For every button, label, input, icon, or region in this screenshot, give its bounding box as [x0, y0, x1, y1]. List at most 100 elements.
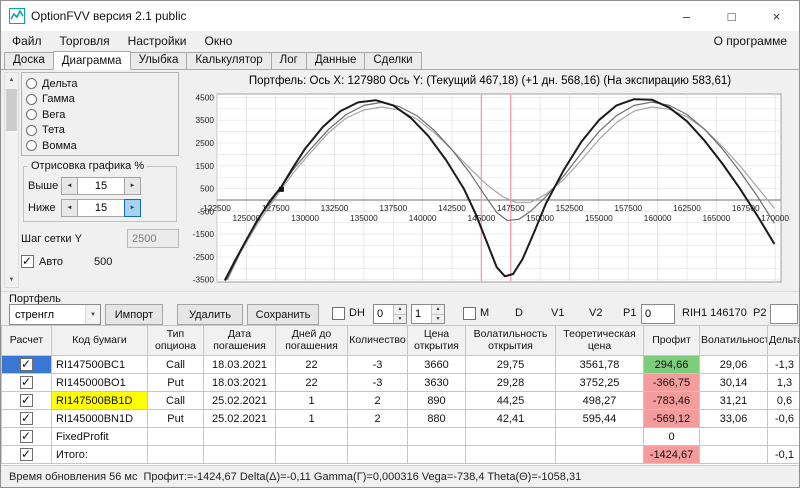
calc-checkbox-cell[interactable]: [1, 373, 52, 392]
table-cell: 1,3: [767, 373, 799, 392]
minimize-button[interactable]: –: [664, 1, 709, 31]
save-button[interactable]: Сохранить: [247, 304, 319, 325]
scroll-down-icon[interactable]: ▼: [5, 273, 18, 287]
security-code-cell[interactable]: FixedProfit: [51, 427, 148, 446]
menu-item-0[interactable]: Файл: [3, 32, 51, 50]
radio-circle[interactable]: [26, 109, 37, 121]
row-checkbox[interactable]: [20, 357, 33, 371]
auto-checkbox[interactable]: [21, 254, 34, 268]
scroll-up-icon[interactable]: ▲: [5, 73, 18, 87]
y-tick-label: 3500: [196, 115, 215, 125]
tab-4[interactable]: Лог: [270, 52, 307, 69]
profit-cell: 294,66: [643, 355, 700, 374]
tab-5[interactable]: Данные: [305, 52, 366, 69]
calc-checkbox-cell[interactable]: [1, 409, 52, 428]
security-code-cell[interactable]: RI147500BC1: [51, 355, 148, 374]
menu-item-2[interactable]: Настройки: [119, 32, 196, 50]
radio-circle[interactable]: [26, 124, 37, 136]
table-cell: 29,06: [699, 355, 768, 374]
maximize-button[interactable]: □: [709, 1, 754, 31]
preset-combobox[interactable]: стренгл ▼: [9, 304, 101, 325]
menu-item-3[interactable]: Окно: [196, 32, 242, 50]
table-row: FixedProfit 0: [1, 427, 799, 446]
table-row: RI145000BO1Put18.03.202122-3363029,28375…: [1, 373, 799, 392]
security-code-cell[interactable]: RI145000BO1: [51, 373, 148, 392]
import-button[interactable]: Импорт: [105, 304, 163, 325]
table-cell: Call: [147, 355, 204, 374]
v2-label: V2: [589, 307, 603, 319]
panel-content: Дельта Гамма Вега Тета Вомма Отрисовка графи…: [21, 72, 179, 268]
row-checkbox[interactable]: [20, 429, 33, 443]
table-cell: 498,27: [555, 391, 644, 410]
scrollbar-thumb[interactable]: [6, 89, 17, 131]
menu-about[interactable]: О программе: [702, 32, 799, 50]
radio-option-4[interactable]: Вомма: [26, 138, 174, 154]
table-cell: [407, 445, 466, 464]
calc-checkbox-cell[interactable]: [1, 445, 52, 464]
radio-label: Дельта: [42, 77, 78, 90]
d-label: D: [515, 307, 523, 319]
security-code-cell[interactable]: RI145000BN1D: [51, 409, 148, 428]
security-code-cell[interactable]: Итого:: [51, 445, 148, 464]
statusbar: Время обновления 56 мс Профит:=-1424,67 …: [1, 465, 799, 487]
spinner-up-icon[interactable]: ▲: [394, 305, 406, 315]
radio-option-1[interactable]: Гамма: [26, 92, 174, 108]
dh-checkbox[interactable]: [332, 307, 345, 320]
tab-2[interactable]: Улыбка: [129, 52, 188, 69]
radio-option-3[interactable]: Тета: [26, 123, 174, 139]
cursor-marker: [278, 186, 284, 192]
close-button[interactable]: ×: [754, 1, 799, 31]
chevron-down-icon[interactable]: ▼: [85, 305, 100, 324]
above-decrease-button[interactable]: ◄: [61, 177, 78, 195]
calc-checkbox-cell[interactable]: [1, 391, 52, 410]
above-label: Выше: [28, 180, 59, 192]
main-area: ▲ ▼ Дельта Гамма Вега Тета Вомма Отрисовка г…: [1, 70, 799, 291]
spinner-down-icon[interactable]: ▼: [432, 314, 444, 323]
table-cell: 0,6: [767, 391, 799, 410]
row-checkbox[interactable]: [20, 411, 33, 425]
menu-left: Файл Торговля Настройки Окно: [3, 32, 241, 50]
above-increase-button[interactable]: ►: [124, 177, 141, 195]
x-tick-label-upper: 147500: [497, 203, 525, 213]
draw-percent-group: Отрисовка графика % Выше ◄ 15 ► Ниже ◄ 1…: [23, 160, 177, 222]
row-checkbox[interactable]: [20, 375, 33, 389]
grid-step-label: Шаг сетки Y: [21, 232, 82, 245]
calc-checkbox-cell[interactable]: [1, 355, 52, 374]
payoff-chart[interactable]: 4500350025001500500-500-1500-2500-350012…: [181, 90, 795, 290]
tabstrip: Доска Диаграмма Улыбка Калькулятор Лог Данные…: [1, 51, 799, 70]
dh-spinner-2[interactable]: 1 ▲ ▼: [411, 304, 445, 324]
p1-input[interactable]: [641, 304, 675, 324]
radio-option-2[interactable]: Вега: [26, 107, 174, 123]
below-increase-button[interactable]: ►: [124, 199, 141, 217]
spinner-down-icon[interactable]: ▼: [394, 314, 406, 323]
security-code-cell[interactable]: RI147500BB1D: [51, 391, 148, 410]
delete-button[interactable]: Удалить: [177, 304, 243, 325]
tab-1[interactable]: Диаграмма: [52, 51, 131, 70]
radio-option-0[interactable]: Дельта: [26, 76, 174, 92]
x-tick-label-upper: 157500: [614, 203, 642, 213]
m-checkbox[interactable]: [463, 307, 476, 320]
below-decrease-button[interactable]: ◄: [61, 199, 78, 217]
tab-3[interactable]: Калькулятор: [186, 52, 272, 69]
radio-circle[interactable]: [26, 93, 37, 105]
radio-label: Гамма: [42, 93, 75, 106]
underlying-ticker: RIH1 146170: [682, 307, 747, 319]
below-row: Ниже ◄ 15 ►: [28, 199, 172, 217]
row-checkbox[interactable]: [20, 447, 33, 461]
panel-scrollbar[interactable]: ▲ ▼: [4, 72, 19, 288]
row-checkbox[interactable]: [20, 393, 33, 407]
auto-step-value: 500: [93, 255, 113, 268]
draw-percent-title: Отрисовка графика %: [31, 160, 145, 172]
menu-item-1[interactable]: Торговля: [51, 32, 119, 50]
radio-circle[interactable]: [26, 78, 37, 90]
tab-0[interactable]: Доска: [4, 52, 54, 69]
radio-circle[interactable]: [26, 140, 37, 152]
spinner-up-icon[interactable]: ▲: [432, 305, 444, 315]
p2-input[interactable]: [770, 304, 798, 324]
dh-spinner-1[interactable]: 0 ▲ ▼: [373, 304, 407, 324]
table-row: RI147500BB1DCall25.02.20211289044,25498,…: [1, 391, 799, 410]
x-tick-label-upper: 142500: [438, 203, 466, 213]
calc-checkbox-cell[interactable]: [1, 427, 52, 446]
table-cell: [147, 427, 204, 446]
tab-6[interactable]: Сделки: [364, 52, 422, 69]
